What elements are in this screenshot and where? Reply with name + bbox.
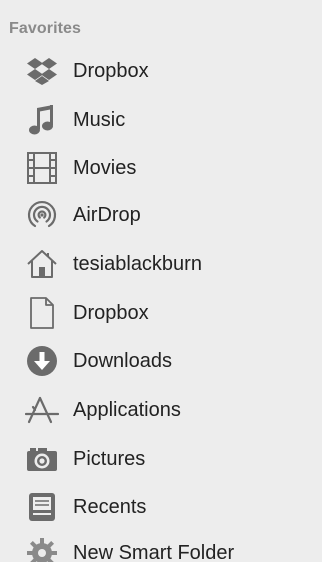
sidebar-item-pictures[interactable]: Pictures [0,437,322,481]
sidebar-item-airdrop[interactable]: AirDrop [0,193,322,237]
sidebar-item-label: Pictures [73,447,146,470]
sidebar-item-label: Music [73,108,126,131]
sidebar-item-label: tesiablackburn [73,252,202,275]
applications-icon [25,393,59,427]
recents-tray-icon [25,490,59,524]
sidebar-item-movies[interactable]: Movies [0,146,322,190]
sidebar-item-applications[interactable]: Applications [0,388,322,432]
finder-sidebar: Favorites Dropbox Music Movies AirDrop t… [0,0,322,562]
sidebar-item-label: Recents [73,495,147,518]
sidebar-item-label: Movies [73,156,137,179]
airdrop-icon [25,198,59,232]
sidebar-item-music[interactable]: Music [0,98,322,142]
gear-icon [25,536,59,562]
favorites-section-title: Favorites [9,20,82,37]
document-icon [25,296,59,330]
sidebar-item-dropbox[interactable]: Dropbox [0,49,322,93]
sidebar-item-downloads[interactable]: Downloads [0,339,322,383]
sidebar-item-label: New Smart Folder [73,541,235,562]
camera-icon [25,442,59,476]
home-icon [25,247,59,281]
film-strip-icon [25,151,59,185]
sidebar-item-label: Applications [73,398,181,421]
sidebar-item-label: Downloads [73,349,172,372]
dropbox-icon [25,54,59,88]
sidebar-item-label: AirDrop [73,203,141,226]
music-note-icon [25,103,59,137]
sidebar-item-label: Dropbox [73,301,149,324]
sidebar-item-dropbox-folder[interactable]: Dropbox [0,291,322,335]
sidebar-item-recents[interactable]: Recents [0,485,322,529]
sidebar-item-home[interactable]: tesiablackburn [0,242,322,286]
download-arrow-icon [25,344,59,378]
sidebar-item-label: Dropbox [73,59,149,82]
sidebar-item-new-smart-folder[interactable]: New Smart Folder [0,531,322,562]
